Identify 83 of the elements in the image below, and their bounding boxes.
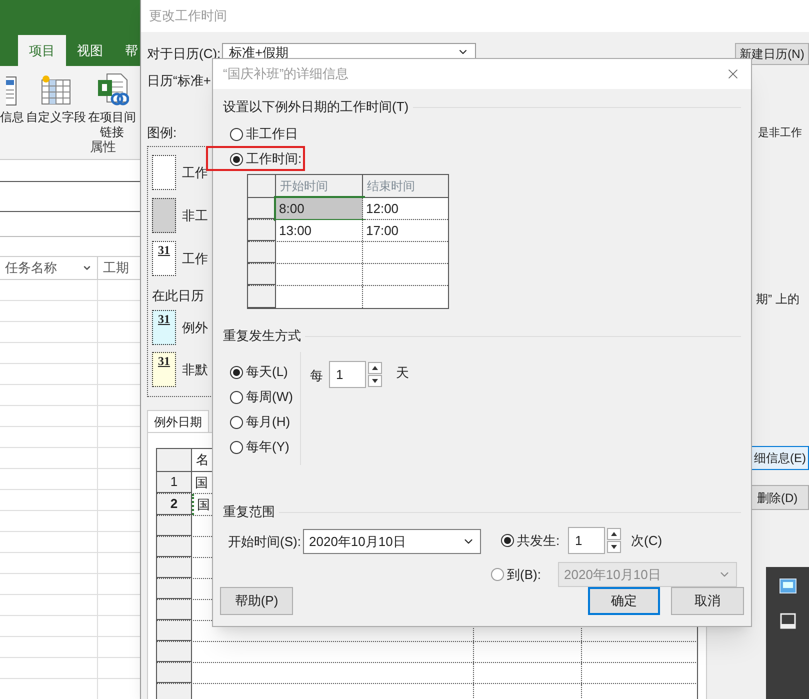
row-header[interactable] [157,537,192,557]
radio-label[interactable]: 非工作日 [246,124,298,144]
unit-label: 天 [396,364,409,382]
row-header[interactable] [157,558,192,578]
section-title: 设置以下例外日期的工作时间(T) [223,98,409,116]
legend-swatch: 31 [152,352,176,387]
row-header[interactable] [157,663,192,683]
cancel-button[interactable]: 取消 [671,587,744,615]
group-label: 属性 [90,138,116,156]
time-cell[interactable]: 8:00 [276,198,363,219]
time-cell[interactable]: 12:00 [363,198,448,219]
spin-up-icon[interactable] [368,362,382,374]
time-cell[interactable] [363,286,448,308]
time-cell[interactable] [363,242,448,263]
spin-up-icon[interactable] [607,528,621,540]
help-button[interactable]: 帮助(P) [220,587,293,615]
time-cell[interactable]: 13:00 [276,220,363,241]
legend-text: 非工 [182,206,208,225]
row-header[interactable] [157,621,192,641]
ribbon-tab[interactable]: 视图 [66,35,114,66]
time-cell[interactable]: 17:00 [363,220,448,241]
row-header[interactable] [157,684,192,699]
tab[interactable]: 例外日期 [147,410,209,432]
radio-label[interactable]: 共发生: [517,530,560,550]
radio-button[interactable] [230,366,243,378]
number-field[interactable]: 1 [568,527,605,554]
calendar-note: 是非工作 [758,126,802,141]
column-header[interactable]: 工期 [98,257,140,279]
dialog-title: 更改工作时间 [149,7,227,26]
field-label: 开始时间(S): [228,532,302,551]
section-title: 重复范围 [223,503,275,522]
time-cell[interactable] [276,286,363,308]
screen-icon[interactable] [778,577,796,595]
row-header[interactable] [157,642,192,662]
row-header[interactable] [157,600,192,620]
radio-label[interactable]: 每周(W) [246,387,293,407]
ribbon-command[interactable]: 自定义字段 [26,72,86,125]
legend-text: 非默 [182,360,208,379]
row-header[interactable] [157,516,192,536]
time-cell[interactable] [276,242,363,263]
spin-down-icon[interactable] [368,375,382,387]
spin-down-icon[interactable] [607,541,621,553]
number-field[interactable]: 1 [329,361,366,388]
ribbon-tab[interactable]: 项目 [18,35,66,66]
ribbon-command[interactable]: 信息 [0,72,24,125]
legend-text: 工作 [182,250,208,268]
time-cell[interactable] [276,264,363,285]
legend-label: 图例: [147,125,177,141]
row-number[interactable]: 1 [157,472,192,493]
row-header[interactable] [157,579,192,599]
dialog-title: “国庆补班”的详细信息 [223,65,349,84]
legend-text: 例外 [182,318,208,337]
window-icon[interactable] [780,613,796,629]
radio-button[interactable] [230,416,243,428]
radio-button[interactable] [230,440,243,454]
legend-swatch: 31 [152,241,176,276]
ok-button[interactable]: 确定 [588,587,660,615]
radio-label[interactable]: 每月(H) [246,412,290,432]
dropdown-icon[interactable] [82,263,92,273]
ribbon-command[interactable]: 在项目间 链接 [88,72,136,140]
document-icon [6,76,18,106]
radio-button[interactable] [501,534,514,547]
radio-label[interactable]: 每天(L) [246,362,288,382]
column-header: 结束时间 [366,178,416,195]
column-header[interactable]: 任务名称 [0,257,98,279]
legend-swatch: 31 [152,310,176,345]
row-number[interactable]: 2 [157,494,192,515]
linked-project-icon [95,72,129,106]
start-date-select[interactable]: 2020年10月10日 [303,529,481,554]
calendar-note: 期” 上的 [756,291,800,306]
field-label: 每 [310,367,323,385]
calendar-note: 日历“标准+ [147,72,211,90]
radio-label[interactable]: 每年(Y) [246,437,290,457]
legend-text: 工作 [182,164,208,182]
unit-label: 次(C) [631,532,662,550]
table-icon [40,74,72,106]
radio-button[interactable] [230,128,243,140]
legend-note: 在此日历 [152,287,204,304]
section-title: 重复发生方式 [223,327,301,346]
radio-button[interactable] [230,390,243,404]
radio-button[interactable] [230,152,243,166]
radio-label[interactable]: 工作时间: [246,149,302,169]
time-cell[interactable] [363,264,448,285]
